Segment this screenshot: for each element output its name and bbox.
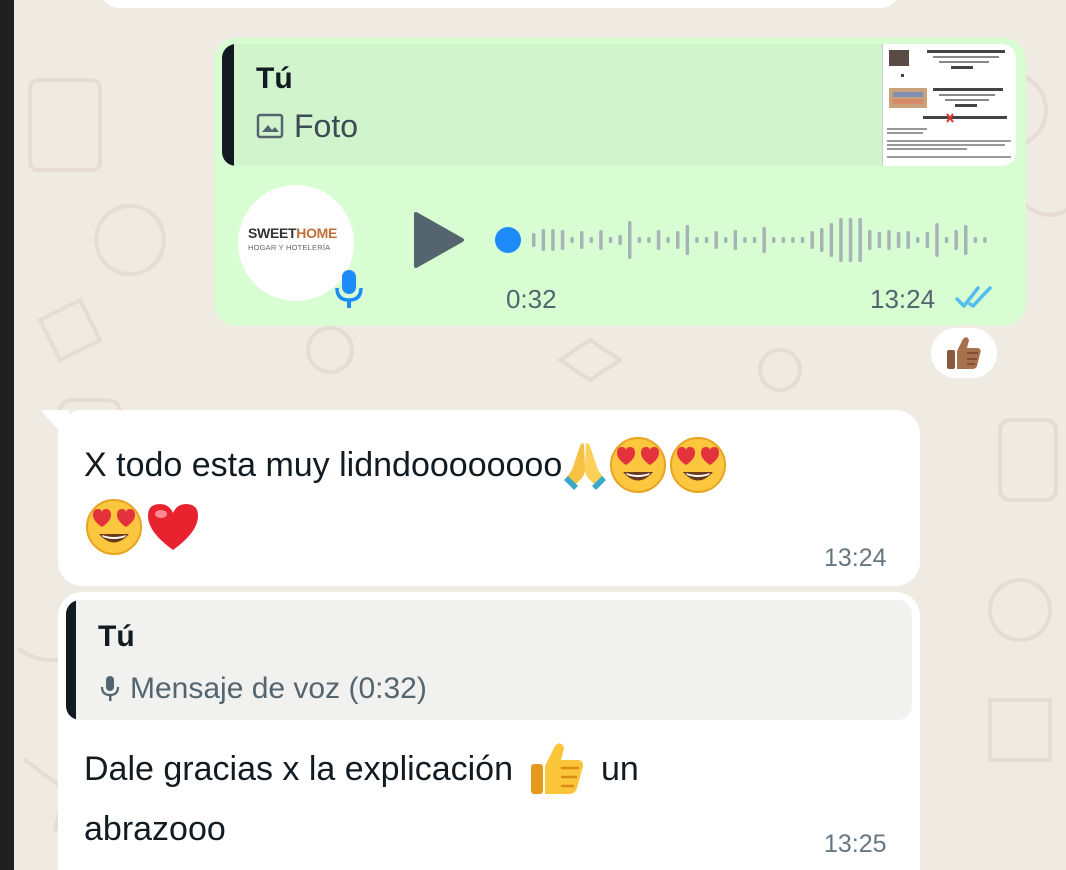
voice-waveform[interactable] [490,212,990,268]
red-heart-icon [148,504,198,550]
message-line [84,499,202,555]
brand-tagline: HOGAR Y HOTELERÍA [248,243,331,252]
incoming-reply-message[interactable]: Tú Mensaje de voz (0:32) Dale gracias x … [58,592,920,870]
window-edge [0,0,14,870]
message-text: X todo esta muy lidndoooooooo [84,445,563,484]
message-text: abrazooo [84,809,226,848]
message-line: Dale gracias x la explicación un [84,743,639,794]
thumbs-up-icon [947,337,981,369]
microphone-icon [100,676,120,701]
quote-author: Tú [256,62,293,95]
quoted-voice-reply[interactable]: Tú Mensaje de voz (0:32) [66,600,912,720]
quote-content: Foto [256,104,358,148]
quote-bar [222,44,234,166]
bubble-tail [41,410,70,432]
message-line: abrazooo [84,804,226,854]
quoted-photo-reply[interactable]: Tú Foto [222,44,1016,166]
playback-scrubber [495,227,521,253]
heart-eyes-icon [86,499,142,555]
incoming-message[interactable]: X todo esta muy lidndoooooooo 13:24 [41,410,920,586]
message-time: 13:24 [824,544,887,572]
play-icon[interactable] [410,210,466,270]
quote-content: Mensaje de voz (0:32) [100,672,427,706]
quote-bar [66,600,76,720]
thumbs-up-icon [530,743,583,794]
message-text-tail: un [600,749,639,788]
folded-hands-icon [564,443,607,490]
quote-label: Mensaje de voz (0:32) [130,672,427,705]
thumbnail-preview [887,50,1011,158]
photo-thumbnail[interactable] [882,44,1016,166]
double-check-read-icon [955,286,992,308]
quote-author: Tú [98,620,135,653]
message-text: Dale gracias x la explicación [84,749,513,788]
photo-icon [256,113,284,139]
reaction-badge[interactable] [928,325,1000,381]
heart-eyes-icon [610,437,667,493]
message-time: 13:24 [870,284,936,314]
message-time: 13:25 [824,830,887,858]
heart-eyes-icon [670,437,727,493]
brand-name: SWEETHOME [248,225,338,241]
voice-duration: 0:32 [506,284,557,314]
microphone-icon [335,270,363,308]
avatar-brand-logo: SWEETHOME HOGAR Y HOTELERÍA [248,225,348,252]
quote-label: Foto [294,107,359,144]
previous-message-bubble [100,0,900,8]
message-line: X todo esta muy lidndoooooooo [84,437,728,493]
